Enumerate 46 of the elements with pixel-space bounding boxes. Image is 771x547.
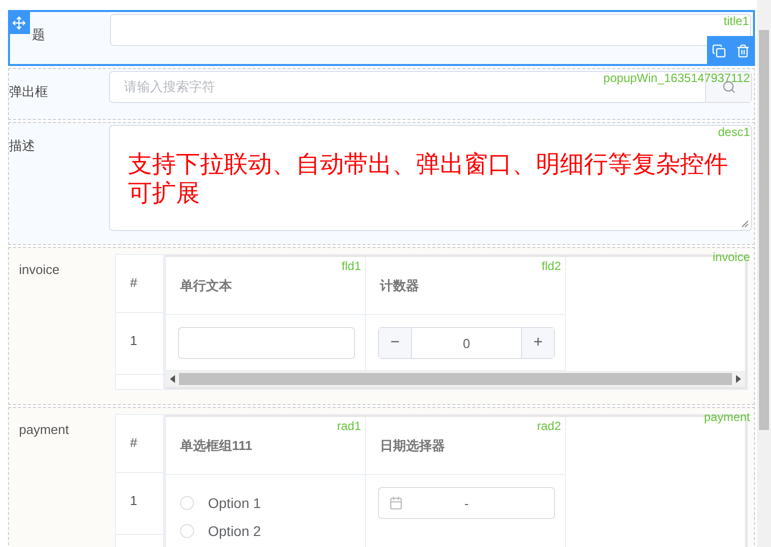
text-input[interactable]	[110, 14, 751, 46]
scroll-right-icon[interactable]	[736, 375, 741, 383]
field-label: 描述	[9, 138, 35, 153]
row-number-cell: 1	[116, 473, 163, 535]
field-id: fld2	[542, 259, 561, 273]
field-label: payment	[19, 422, 69, 437]
table-header-cell: #	[116, 415, 163, 473]
field-id: desc1	[718, 125, 750, 139]
field-id: popupWin_1635147937112	[603, 71, 750, 85]
radio-button[interactable]	[180, 524, 194, 538]
copy-icon[interactable]	[712, 44, 726, 58]
field-label: invoice	[19, 262, 60, 277]
column-header: 计数器	[380, 278, 419, 293]
radio-button[interactable]	[180, 496, 194, 510]
field-id: rad1	[336, 419, 361, 433]
table-header-cell: #	[116, 255, 163, 313]
vertical-scrollbar[interactable]	[757, 0, 771, 547]
row-number-cell: 1	[116, 313, 163, 375]
form-field-row[interactable]: 描述 支持下拉联动、自动带出、弹出窗口、明细行等复杂控件可扩展 desc1	[8, 122, 755, 245]
form-field-row[interactable]: 弹出框 请输入搜索字符 popupWin_1635147937112	[8, 68, 755, 120]
move-icon	[12, 16, 26, 30]
column-header: 单选框组111	[180, 438, 252, 453]
column-header: 日期选择器	[380, 438, 445, 453]
field-id: payment	[704, 410, 750, 424]
field-id: invoice	[712, 250, 750, 264]
delete-icon[interactable]	[736, 44, 750, 58]
text-input[interactable]	[178, 327, 355, 359]
column-header: 单行文本	[180, 278, 232, 293]
field-label: 题	[32, 27, 45, 42]
increment-button[interactable]: +	[522, 328, 554, 358]
scroll-left-icon[interactable]	[170, 375, 175, 383]
field-id: title1	[724, 14, 749, 28]
date-picker[interactable]: -	[378, 487, 555, 519]
field-label: 弹出框	[9, 84, 48, 99]
calendar-icon	[389, 496, 403, 510]
move-handle[interactable]	[8, 12, 30, 34]
radio-label[interactable]: Option 2	[208, 523, 261, 539]
field-id: rad2	[536, 419, 561, 433]
form-field-row[interactable]: 题 title1	[8, 10, 755, 66]
field-id: fld1	[342, 259, 361, 273]
horizontal-scrollbar[interactable]	[166, 371, 745, 387]
decrement-button[interactable]: −	[379, 328, 411, 358]
radio-label[interactable]: Option 1	[208, 495, 261, 511]
form-field-row[interactable]: payment # 1 单选框组111 rad1 Option 1 Option 2 日期选择器 rad2 - payment	[8, 407, 755, 547]
form-field-row[interactable]: invoice # 1 单行文本 fld1 计数器 fld2 − 0 + invoice	[8, 247, 755, 405]
resize-grip-icon	[741, 220, 749, 228]
